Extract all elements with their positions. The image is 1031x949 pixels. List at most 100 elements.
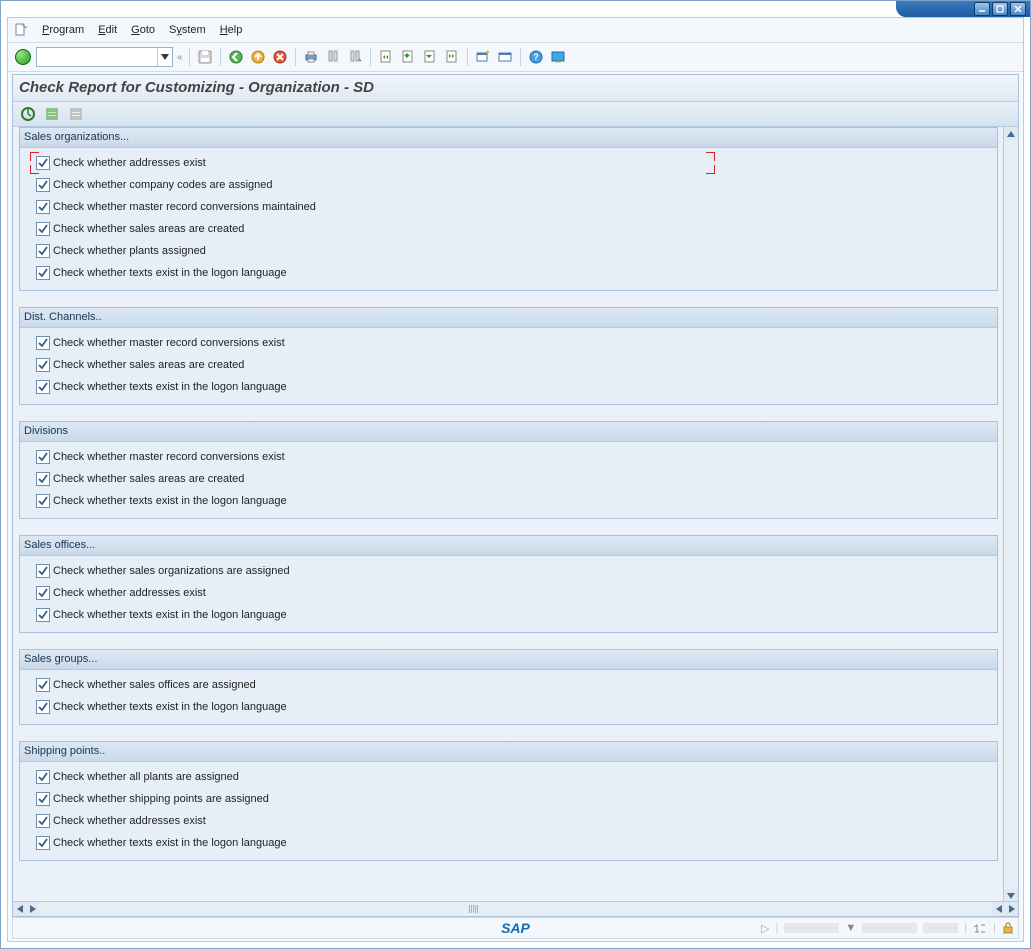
check-row: Check whether sales offices are assigned — [36, 674, 989, 696]
maximize-button[interactable] — [992, 2, 1008, 16]
lock-icon[interactable] — [1002, 922, 1014, 934]
print-button[interactable] — [302, 48, 320, 66]
scroll-up-icon[interactable] — [1004, 127, 1018, 140]
check-row: Check whether sales areas are created — [36, 468, 989, 490]
scrollbar-track[interactable] — [1004, 140, 1018, 889]
vertical-scrollbar[interactable] — [1003, 127, 1018, 902]
statusbar: SAP ▷ | ▼ | | — [12, 917, 1019, 939]
group-body: Check whether all plants are assignedChe… — [20, 762, 997, 860]
save-button[interactable] — [196, 48, 214, 66]
local-layout-button[interactable] — [549, 48, 567, 66]
checkbox[interactable] — [36, 178, 50, 192]
check-row: Check whether plants assigned — [36, 240, 989, 262]
last-page-button[interactable] — [443, 48, 461, 66]
status-field-1 — [784, 923, 839, 933]
status-dropdown-icon[interactable]: ▼ — [845, 922, 856, 934]
find-button[interactable] — [324, 48, 342, 66]
check-row: Check whether sales areas are created — [36, 354, 989, 376]
minimize-button[interactable] — [974, 2, 990, 16]
checkbox[interactable] — [36, 700, 50, 714]
check-row: Check whether texts exist in the logon l… — [36, 832, 989, 854]
check-row: Check whether master record conversions … — [36, 196, 989, 218]
find-next-button[interactable] — [346, 48, 364, 66]
execute-button[interactable] — [19, 105, 37, 123]
checkbox-label: Check whether sales offices are assigned — [53, 679, 256, 691]
checkbox[interactable] — [36, 792, 50, 806]
status-field-3 — [923, 923, 958, 933]
menu-edit[interactable]: Edit — [98, 18, 117, 42]
checkbox[interactable] — [36, 836, 50, 850]
scroll-right-icon-2[interactable] — [1005, 902, 1018, 916]
checkbox[interactable] — [36, 358, 50, 372]
group-header: Sales groups... — [20, 650, 997, 670]
checkbox[interactable] — [36, 608, 50, 622]
checkbox-label: Check whether sales areas are created — [53, 359, 244, 371]
layout-button[interactable] — [496, 48, 514, 66]
sap-logo: SAP — [501, 920, 530, 936]
check-row: Check whether master record conversions … — [36, 332, 989, 354]
status-sep: | — [993, 922, 996, 934]
checkbox-label: Check whether shipping points are assign… — [53, 793, 269, 805]
group-header: Divisions — [20, 422, 997, 442]
select-all-button[interactable] — [43, 105, 61, 123]
scroll-right-icon[interactable] — [26, 902, 39, 916]
horizontal-scrollbar[interactable] — [13, 901, 1018, 916]
group-header: Shipping points.. — [20, 742, 997, 762]
checkbox-label: Check whether master record conversions … — [53, 337, 285, 349]
close-button[interactable] — [1010, 2, 1026, 16]
write-mode-icon[interactable] — [973, 922, 987, 934]
first-page-button[interactable] — [377, 48, 395, 66]
checkbox[interactable] — [36, 266, 50, 280]
check-row: Check whether addresses exist — [36, 810, 989, 832]
sap-window: Program Edit Goto System Help « — [0, 0, 1031, 949]
group: Dist. Channels..Check whether master rec… — [19, 307, 998, 405]
checkbox[interactable] — [36, 770, 50, 784]
checkbox[interactable] — [36, 586, 50, 600]
menubar: Program Edit Goto System Help — [8, 18, 1023, 43]
checkbox[interactable] — [36, 472, 50, 486]
deselect-all-button[interactable] — [67, 105, 85, 123]
checkbox[interactable] — [36, 200, 50, 214]
menu-goto[interactable]: Goto — [131, 18, 155, 42]
standard-toolbar: « ? — [8, 43, 1023, 72]
checkbox[interactable] — [36, 380, 50, 394]
checkbox[interactable] — [36, 678, 50, 692]
menu-program[interactable]: Program — [42, 18, 84, 42]
menu-system[interactable]: System — [169, 18, 206, 42]
help-button[interactable]: ? — [527, 48, 545, 66]
group-body: Check whether master record conversions … — [20, 442, 997, 518]
cancel-button[interactable] — [271, 48, 289, 66]
status-sep: | — [776, 922, 779, 934]
checkbox[interactable] — [36, 336, 50, 350]
prev-page-button[interactable] — [399, 48, 417, 66]
checkbox[interactable] — [36, 244, 50, 258]
checkbox[interactable] — [36, 222, 50, 236]
checkbox[interactable] — [36, 814, 50, 828]
scroll-left-icon[interactable] — [13, 902, 26, 916]
checkbox-label: Check whether sales areas are created — [53, 473, 244, 485]
scrollbar-track-h[interactable] — [39, 902, 992, 916]
checkbox-label: Check whether sales organizations are as… — [53, 565, 290, 577]
body-area: Sales organizations... Check whether addr… — [13, 127, 1018, 916]
check-row: Check whether sales areas are created — [36, 218, 989, 240]
svg-text:?: ? — [533, 52, 539, 62]
group-header: Sales organizations... — [20, 128, 997, 148]
enter-button[interactable] — [14, 48, 32, 66]
checkbox-label: Check whether texts exist in the logon l… — [53, 381, 287, 393]
exit-button[interactable] — [249, 48, 267, 66]
group: Sales groups... Check whether sales offic… — [19, 649, 998, 725]
next-page-button[interactable] — [421, 48, 439, 66]
collapse-icon[interactable]: « — [177, 52, 183, 63]
window-inner: Program Edit Goto System Help « — [7, 17, 1024, 942]
document-icon[interactable] — [14, 23, 28, 37]
command-field[interactable] — [36, 47, 173, 67]
scroll-area: Sales organizations... Check whether addr… — [13, 127, 1004, 902]
new-session-button[interactable] — [474, 48, 492, 66]
checkbox[interactable] — [36, 494, 50, 508]
checkbox[interactable] — [36, 564, 50, 578]
menu-help[interactable]: Help — [220, 18, 243, 42]
checkbox[interactable] — [36, 450, 50, 464]
back-button[interactable] — [227, 48, 245, 66]
play-icon[interactable]: ▷ — [761, 922, 769, 935]
scroll-left-icon-2[interactable] — [992, 902, 1005, 916]
